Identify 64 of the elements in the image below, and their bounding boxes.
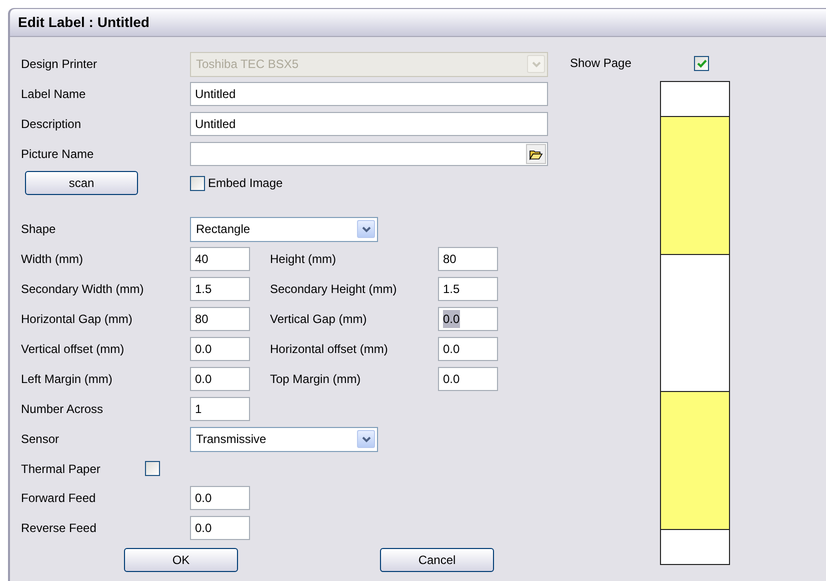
text-field[interactable]: 0.0 — [438, 307, 498, 331]
field-value: 40 — [195, 251, 208, 268]
field-label: Height (mm) — [270, 251, 338, 268]
field-label: Horizontal Gap (mm) — [21, 311, 134, 328]
field-label: Secondary Width (mm) — [21, 281, 145, 298]
field-label: Horizontal offset (mm) — [270, 341, 389, 358]
checkbox-label: Show Page — [570, 55, 632, 72]
field-value: 0.0 — [195, 490, 212, 507]
field-value: 0.0 — [195, 520, 212, 537]
text-field[interactable]: 0.0 — [190, 337, 250, 361]
field-value: 1 — [195, 401, 202, 418]
text-field[interactable]: Untitled — [190, 82, 548, 106]
field-label: Forward Feed — [21, 490, 97, 507]
text-field[interactable]: 0.0 — [438, 337, 498, 361]
field-label: Left Margin (mm) — [21, 371, 114, 388]
field-label: Design Printer — [21, 56, 98, 73]
field-label: Reverse Feed — [21, 520, 98, 537]
checkbox[interactable] — [190, 176, 205, 190]
file-field[interactable] — [190, 142, 548, 166]
checkbox[interactable] — [694, 56, 709, 70]
field-label: Sensor — [21, 431, 60, 448]
field-value: 80 — [443, 251, 456, 268]
text-field[interactable]: 0.0 — [190, 486, 250, 510]
dialog-button[interactable]: scan — [25, 171, 138, 195]
field-label: Secondary Height (mm) — [270, 281, 398, 298]
field-label: Number Across — [21, 401, 104, 418]
field-value: 80 — [195, 311, 208, 328]
text-field[interactable]: 1.5 — [190, 277, 250, 301]
field-value: 1.5 — [195, 281, 212, 298]
field-value: 0.0 — [195, 341, 212, 358]
checkbox[interactable] — [145, 461, 160, 476]
field-label: Picture Name — [21, 146, 95, 163]
dialog-button[interactable]: Cancel — [380, 548, 494, 572]
dropdown[interactable]: Rectangle — [190, 216, 378, 242]
field-label: Thermal Paper — [21, 460, 102, 478]
field-label: Vertical offset (mm) — [21, 341, 126, 358]
folder-icon[interactable] — [526, 144, 546, 164]
field-value: 0.0 — [443, 310, 460, 328]
field-label: Vertical Gap (mm) — [270, 311, 368, 328]
text-field[interactable]: 0.0 — [438, 367, 498, 391]
dialog-button[interactable]: OK — [124, 548, 238, 572]
field-value: 0.0 — [443, 341, 460, 358]
field-value: Untitled — [195, 116, 236, 133]
text-field[interactable]: 1.5 — [438, 277, 498, 301]
field-label: Label Name — [21, 86, 87, 103]
text-field[interactable]: 1 — [190, 397, 250, 421]
field-label: Top Margin (mm) — [270, 371, 362, 388]
field-label: Description — [21, 116, 82, 133]
text-field[interactable]: 80 — [438, 247, 498, 271]
field-label: Width (mm) — [21, 251, 84, 268]
text-field[interactable]: Untitled — [190, 112, 548, 136]
text-field[interactable]: 40 — [190, 247, 250, 271]
field-value: 1.5 — [443, 281, 460, 298]
field-label: Shape — [21, 221, 57, 238]
field-value: Untitled — [195, 86, 236, 103]
text-field[interactable]: 0.0 — [190, 367, 250, 391]
window-title: Edit Label : Untitled — [18, 13, 150, 32]
field-value: 0.0 — [443, 371, 460, 388]
checkbox-label: Embed Image — [208, 175, 283, 192]
text-field[interactable]: 80 — [190, 307, 250, 331]
page-area — [661, 82, 729, 116]
field-value: 0.0 — [195, 371, 212, 388]
dropdown[interactable]: Transmissive — [190, 426, 378, 452]
text-field[interactable]: 0.0 — [190, 516, 250, 540]
